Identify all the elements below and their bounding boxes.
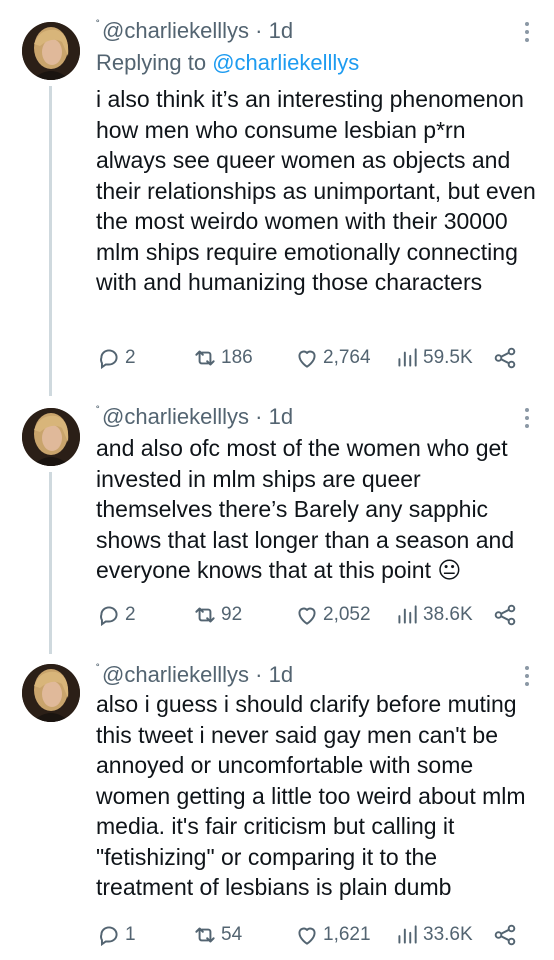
- tweet-actions: 2 92 2,052 38.6K: [96, 600, 526, 630]
- tweet-time[interactable]: 1d: [269, 18, 293, 43]
- tweet-meta: ˚@charliekelllys · 1d: [96, 18, 293, 44]
- share-icon: [494, 924, 516, 946]
- tweet-2[interactable]: ˚@charliekelllys · 1d and also ofc most …: [0, 390, 554, 654]
- avatar[interactable]: [22, 408, 80, 466]
- tweet-text: i also think it’s an interesting phenome…: [96, 86, 536, 295]
- tweet-text: and also ofc most of the women who get i…: [96, 435, 515, 583]
- views-button[interactable]: 33.6K: [394, 920, 473, 950]
- more-icon[interactable]: [524, 408, 530, 432]
- meta-separator: ·: [255, 404, 263, 429]
- retweet-icon: [195, 350, 215, 366]
- meta-mark: ˚: [96, 404, 100, 418]
- like-count: 1,621: [323, 924, 371, 945]
- retweet-button[interactable]: 92: [192, 600, 242, 630]
- like-button[interactable]: 1,621: [294, 920, 371, 950]
- share-button[interactable]: [492, 920, 518, 950]
- like-count: 2,764: [323, 347, 371, 368]
- author-handle[interactable]: @charliekelllys: [102, 18, 249, 43]
- reply-button[interactable]: 2: [96, 600, 136, 630]
- tweet-actions: 2 186 2,764 59.5K: [96, 343, 526, 373]
- like-button[interactable]: 2,052: [294, 600, 371, 630]
- more-icon[interactable]: [524, 666, 530, 690]
- tweet-text: also i guess i should clarify before mut…: [96, 691, 526, 900]
- tweet-time[interactable]: 1d: [269, 404, 293, 429]
- meta-separator: ·: [255, 18, 263, 43]
- retweet-button[interactable]: 54: [192, 920, 242, 950]
- replying-to-handle[interactable]: @charliekelllys: [212, 50, 359, 75]
- like-button[interactable]: 2,764: [294, 343, 371, 373]
- more-icon[interactable]: [524, 22, 530, 46]
- views-icon: [398, 348, 417, 367]
- avatar[interactable]: [22, 22, 80, 80]
- share-icon: [494, 347, 516, 369]
- like-icon: [298, 607, 316, 625]
- share-button[interactable]: [492, 600, 518, 630]
- reply-button[interactable]: 2: [96, 343, 136, 373]
- tweet-3[interactable]: ˚@charliekelllys · 1d also i guess i sho…: [0, 648, 554, 960]
- reply-count: 2: [125, 604, 136, 625]
- like-count: 2,052: [323, 604, 371, 625]
- retweet-button[interactable]: 186: [192, 343, 253, 373]
- tweet-meta: ˚@charliekelllys · 1d: [96, 662, 293, 688]
- view-count: 33.6K: [423, 924, 473, 945]
- views-button[interactable]: 59.5K: [394, 343, 473, 373]
- share-button[interactable]: [492, 343, 518, 373]
- tweet-actions: 1 54 1,621 33.6K: [96, 920, 526, 950]
- retweet-icon: [195, 607, 215, 623]
- meta-mark: ˚: [96, 662, 100, 676]
- tweet-1[interactable]: ˚@charliekelllys · 1d Replying to @charl…: [0, 0, 554, 396]
- meta-mark: ˚: [96, 18, 100, 32]
- meta-separator: ·: [255, 662, 263, 687]
- reply-count: 1: [125, 924, 136, 945]
- share-icon: [494, 604, 516, 626]
- reply-button[interactable]: 1: [96, 920, 136, 950]
- tweet-meta: ˚@charliekelllys · 1d: [96, 404, 293, 430]
- replying-to: Replying to @charliekelllys: [96, 50, 359, 76]
- like-icon: [298, 927, 316, 945]
- reply-count: 2: [125, 347, 136, 368]
- views-icon: [398, 605, 417, 624]
- author-handle[interactable]: @charliekelllys: [102, 404, 249, 429]
- avatar[interactable]: [22, 664, 80, 722]
- reply-icon: [100, 349, 118, 370]
- view-count: 38.6K: [423, 604, 473, 625]
- author-handle[interactable]: @charliekelllys: [102, 662, 249, 687]
- thread-line: [49, 472, 52, 654]
- reply-icon: [100, 606, 118, 627]
- view-count: 59.5K: [423, 347, 473, 368]
- retweet-count: 54: [221, 924, 243, 945]
- views-button[interactable]: 38.6K: [394, 600, 473, 630]
- like-icon: [298, 350, 316, 368]
- replying-to-label: Replying to: [96, 50, 207, 75]
- retweet-icon: [195, 927, 215, 943]
- reply-icon: [100, 926, 118, 947]
- retweet-count: 92: [221, 604, 243, 625]
- retweet-count: 186: [221, 347, 253, 368]
- thread-line: [49, 86, 52, 396]
- views-icon: [398, 925, 417, 944]
- tweet-time[interactable]: 1d: [269, 662, 293, 687]
